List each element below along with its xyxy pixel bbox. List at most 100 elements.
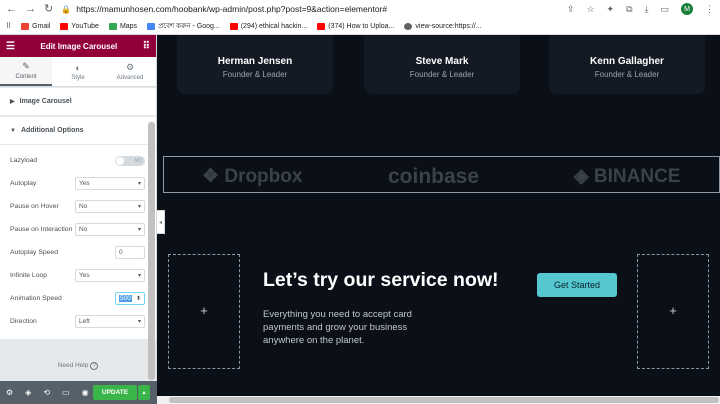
tab-content[interactable]: ✎ Content [0, 57, 52, 86]
update-options-caret-icon[interactable]: ▴ [138, 385, 150, 400]
bookmark-label: (374) How to Uploa... [328, 22, 395, 30]
youtube-icon [317, 22, 326, 30]
testimonial-name: Kenn Gallagher [590, 56, 664, 67]
layers-icon[interactable]: ◈ [25, 388, 31, 397]
collapse-panel-icon[interactable]: ◂ [157, 210, 165, 234]
responsive-icon[interactable]: ▭ [62, 388, 70, 397]
gear-icon: ⚙ [125, 62, 135, 72]
option-autoplay-speed: Autoplay Speed 0 [0, 241, 156, 264]
infinite-loop-select[interactable]: Yes ▾ [75, 269, 145, 282]
back-icon[interactable]: ← [6, 0, 17, 18]
toggle-text: NO [134, 157, 143, 164]
globe-icon [404, 22, 413, 30]
bookmarks-bar: ⠿ Gmail YouTube Maps প্রবেশ করুন - Goog.… [0, 18, 720, 35]
empty-column-right[interactable]: + [637, 254, 709, 369]
testimonial-card: Herman Jensen Founder & Leader [177, 35, 333, 94]
reload-icon[interactable]: ↻ [44, 0, 53, 18]
lock-icon: 🔒 [61, 5, 72, 14]
tab-label: Advanced [116, 75, 144, 81]
section-image-carousel[interactable]: ▶ Image Carousel [0, 88, 156, 116]
spinner-icon[interactable]: ⬍ [136, 295, 144, 302]
chevron-down-icon: ▾ [137, 319, 141, 325]
address-bar: ← → ↻ 🔒 https://mamunhosen.com/hoobank/wp… [0, 0, 720, 18]
bookmark-label: (294) ethical hackin... [240, 22, 308, 30]
lazyload-toggle[interactable]: NO [115, 155, 145, 166]
bookmark-item[interactable]: (374) How to Uploa... [317, 22, 395, 30]
cta-description: Everything you need to accept card payme… [263, 309, 412, 346]
profile-avatar[interactable]: M [681, 3, 693, 15]
section-label: Image Carousel [19, 98, 72, 105]
pause-hover-select[interactable]: No ▾ [75, 200, 145, 213]
url-text: https://mamunhosen.com/hoobank/wp-admin/… [76, 4, 388, 14]
download-icon[interactable]: ⤓ [645, 4, 649, 15]
autoplay-speed-input[interactable]: 0 [115, 246, 145, 259]
bookmark-item[interactable]: view-source:https://... [404, 22, 482, 30]
section-additional-options[interactable]: ▼ Additional Options [0, 117, 156, 145]
get-started-button[interactable]: Get Started [537, 273, 617, 297]
bookmark-item[interactable]: Gmail [21, 22, 51, 30]
widgets-grid-icon[interactable]: ⠿ [143, 41, 150, 52]
bookmark-label: প্রবেশ করুন - Goog... [158, 23, 220, 30]
option-label: Pause on Interaction [10, 226, 73, 233]
image-carousel[interactable]: ❖ Dropbox coinbase ◈ BINANCE [163, 156, 720, 193]
star-icon[interactable]: ☆ [586, 4, 594, 15]
direction-select[interactable]: Left ▾ [75, 315, 145, 328]
bookmark-item[interactable]: Maps [108, 22, 138, 30]
history-icon[interactable]: ⟲ [43, 388, 50, 397]
bookmark-item[interactable]: (294) ethical hackin... [229, 22, 308, 30]
puzzle-icon[interactable]: ⧉ [626, 4, 632, 15]
bookmark-item[interactable]: YouTube [60, 22, 99, 30]
menu-dots-icon[interactable]: ⋮ [705, 4, 714, 15]
extension-icon[interactable]: ✦ [607, 4, 615, 15]
panel-header: ☰ Edit Image Carousel ⠿ [0, 35, 156, 57]
option-lazyload: Lazyload NO [0, 149, 156, 172]
gmail-icon [21, 22, 30, 30]
settings-icon[interactable]: ⚙ [6, 388, 13, 397]
chevron-down-icon: ▾ [137, 273, 141, 279]
bookmark-item[interactable]: প্রবেশ করুন - Goog... [147, 20, 220, 32]
tab-advanced[interactable]: ⚙ Advanced [104, 57, 156, 86]
testimonial-role: Founder & Leader [409, 70, 475, 79]
section-label: Additional Options [20, 127, 84, 134]
dropbox-logo: ❖ Dropbox [202, 165, 302, 188]
select-value: Yes [79, 272, 90, 279]
tab-style[interactable]: ◐ Style [52, 57, 104, 86]
bookmark-apps[interactable]: ⠿ [6, 22, 11, 30]
caret-right-icon: ▶ [10, 99, 15, 105]
caret-down-icon: ▼ [10, 127, 16, 134]
update-button[interactable]: UPDATE [93, 385, 137, 400]
add-widget-icon[interactable]: + [169, 303, 239, 318]
testimonial-name: Steve Mark [415, 56, 469, 67]
tab-label: Style [71, 74, 85, 81]
help-icon: ? [90, 362, 99, 370]
panel-tabs: ✎ Content ◐ Style ⚙ Advanced [0, 57, 156, 87]
pause-interaction-select[interactable]: No ▾ [75, 223, 145, 236]
panel-footer: ⚙ ◈ ⟲ ▭ ◉ UPDATE ▴ [0, 381, 157, 404]
bookmark-label: Gmail [32, 22, 51, 30]
testimonial-role: Founder & Leader [594, 70, 660, 79]
window-icon[interactable]: ▭ [660, 4, 669, 15]
maps-icon [108, 22, 117, 30]
option-label: Lazyload [10, 157, 38, 164]
add-widget-icon[interactable]: + [638, 303, 708, 318]
preview-eye-icon[interactable]: ◉ [82, 388, 89, 397]
chevron-down-icon: ▾ [137, 181, 141, 187]
share-icon[interactable]: ⇪ [567, 4, 575, 15]
chevron-down-icon: ▾ [137, 204, 141, 210]
animation-speed-input[interactable]: 500 ⬍ [115, 292, 145, 305]
half-circle-icon: ◐ [75, 62, 81, 73]
select-value: No [79, 226, 88, 233]
bookmark-label: Maps [119, 22, 138, 30]
scrollbar-thumb[interactable] [169, 397, 719, 403]
panel-scrollbar[interactable] [148, 122, 155, 380]
screen: ← → ↻ 🔒 https://mamunhosen.com/hoobank/wp… [0, 0, 720, 404]
hamburger-icon[interactable]: ☰ [6, 41, 15, 52]
autoplay-select[interactable]: Yes ▾ [75, 177, 145, 190]
option-label: Autoplay Speed [10, 249, 58, 256]
url-field[interactable]: 🔒 https://mamunhosen.com/hoobank/wp-admin… [61, 4, 555, 14]
dropbox-icon: ❖ [202, 166, 220, 187]
empty-column-left[interactable]: + [168, 254, 240, 369]
horizontal-scrollbar[interactable] [157, 396, 720, 404]
forward-icon[interactable]: → [25, 0, 36, 18]
need-help-link[interactable]: Need Help? [0, 362, 156, 370]
